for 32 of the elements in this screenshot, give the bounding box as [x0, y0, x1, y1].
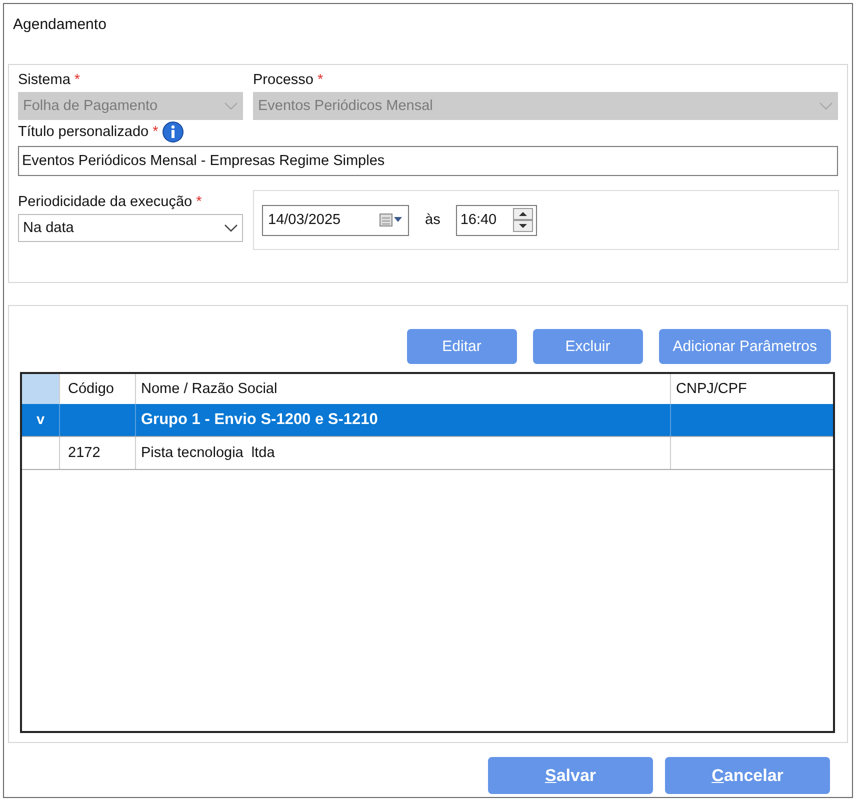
date-picker[interactable]: 14/03/2025: [262, 204, 409, 236]
chevron-down-icon: [224, 101, 238, 111]
chevron-down-icon: [224, 223, 238, 233]
calendar-icon: [379, 213, 403, 227]
table-row[interactable]: v Grupo 1 - Envio S-1200 e S-1210: [22, 404, 833, 437]
table-cell: Grupo 1 - Envio S-1200 e S-1210: [136, 404, 671, 436]
at-label: às: [425, 212, 440, 228]
action-button[interactable]: Editar: [406, 329, 517, 364]
action-button[interactable]: Adicionar Parâmetros: [658, 329, 831, 364]
required-mark: *: [196, 194, 202, 210]
info-icon[interactable]: [162, 121, 184, 143]
chevron-down-icon: [819, 101, 833, 111]
table-cell: 2172: [60, 437, 136, 469]
dialog-button[interactable]: Cancelar: [665, 757, 830, 794]
table-row[interactable]: 2172 Pista tecnologia ltda: [22, 437, 833, 470]
window-title: Agendamento: [12, 15, 108, 35]
time-spinner[interactable]: 16:40: [456, 204, 538, 236]
dialog-button[interactable]: Salvar: [488, 757, 653, 794]
action-button[interactable]: Excluir: [532, 329, 643, 364]
column-header: CNPJ/CPF: [675, 380, 748, 399]
field-label: Sistema: [18, 72, 70, 88]
dropdown[interactable]: Na data: [18, 214, 243, 242]
field-label: Periodicidade da execução: [18, 194, 192, 210]
required-mark: *: [152, 124, 158, 140]
required-mark: *: [74, 72, 80, 88]
title-input[interactable]: Eventos Periódicos Mensal - Empresas Regime Simples: [18, 146, 838, 176]
spinner-arrows-icon: [513, 208, 534, 232]
row-selector-header: [22, 374, 60, 404]
field-label: Título personalizado: [18, 124, 149, 140]
required-mark: *: [317, 72, 324, 88]
table-cell: Pista tecnologia ltda: [136, 437, 671, 469]
field-label: Processo: [253, 72, 314, 88]
